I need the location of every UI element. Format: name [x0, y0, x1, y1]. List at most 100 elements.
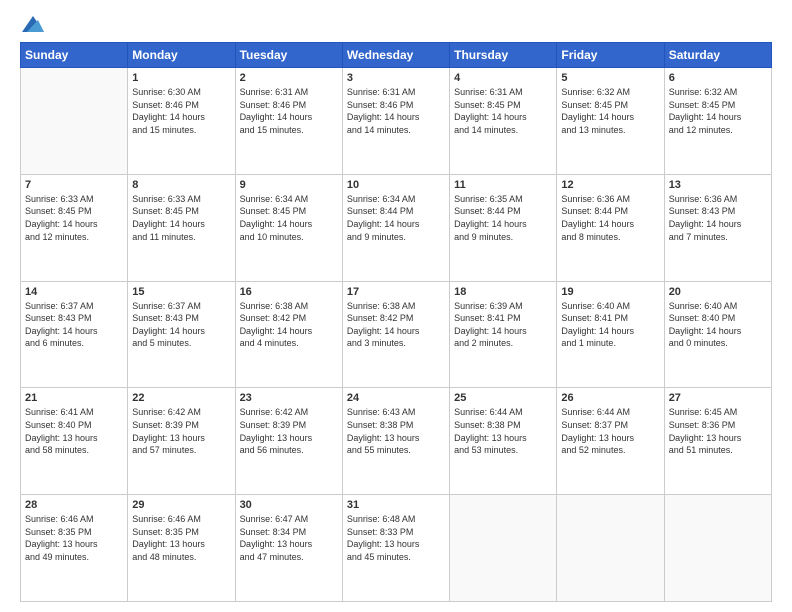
calendar-day-cell: 10 Sunrise: 6:34 AM Sunset: 8:44 PM Dayli…	[342, 174, 449, 281]
day-number: 12	[561, 179, 659, 191]
day-info: Sunrise: 6:45 AM Sunset: 8:36 PM Dayligh…	[669, 406, 767, 456]
calendar-day-cell: 6Sunrise: 6:32 AM Sunset: 8:45 PM Daylig…	[664, 68, 771, 175]
calendar-header-cell: Saturday	[664, 43, 771, 68]
day-info: Sunrise: 6:48 AM Sunset: 8:33 PM Dayligh…	[347, 513, 445, 563]
calendar-day-cell: 29 Sunrise: 6:46 AM Sunset: 8:35 PM Dayli…	[128, 495, 235, 602]
calendar-day-cell	[450, 495, 557, 602]
calendar-day-cell: 26 Sunrise: 6:44 AM Sunset: 8:37 PM Dayli…	[557, 388, 664, 495]
day-number: 10	[347, 179, 445, 191]
day-info: Sunrise: 6:37 AM Sunset: 8:43 PM Dayligh…	[132, 300, 230, 350]
day-number: 5	[561, 72, 659, 84]
day-number: 24	[347, 392, 445, 404]
calendar-day-cell: 8 Sunrise: 6:33 AM Sunset: 8:45 PM Daylig…	[128, 174, 235, 281]
calendar-day-cell: 4Sunrise: 6:31 AM Sunset: 8:45 PM Daylig…	[450, 68, 557, 175]
calendar-day-cell: 18Sunrise: 6:39 AM Sunset: 8:41 PM Dayli…	[450, 281, 557, 388]
day-info: Sunrise: 6:46 AM Sunset: 8:35 PM Dayligh…	[25, 513, 123, 563]
day-number: 16	[240, 286, 338, 298]
calendar-header-cell: Wednesday	[342, 43, 449, 68]
day-info: Sunrise: 6:42 AM Sunset: 8:39 PM Dayligh…	[132, 406, 230, 456]
day-number: 6	[669, 72, 767, 84]
calendar-week-row: 28 Sunrise: 6:46 AM Sunset: 8:35 PM Dayli…	[21, 495, 772, 602]
calendar-day-cell: 27 Sunrise: 6:45 AM Sunset: 8:36 PM Dayli…	[664, 388, 771, 495]
day-number: 1	[132, 72, 230, 84]
calendar-week-row: 21Sunrise: 6:41 AM Sunset: 8:40 PM Dayli…	[21, 388, 772, 495]
day-number: 4	[454, 72, 552, 84]
day-number: 18	[454, 286, 552, 298]
calendar-day-cell: 15Sunrise: 6:37 AM Sunset: 8:43 PM Dayli…	[128, 281, 235, 388]
logo-icon	[22, 16, 44, 32]
day-number: 3	[347, 72, 445, 84]
day-number: 7	[25, 179, 123, 191]
day-info: Sunrise: 6:47 AM Sunset: 8:34 PM Dayligh…	[240, 513, 338, 563]
day-info: Sunrise: 6:34 AM Sunset: 8:45 PM Dayligh…	[240, 193, 338, 243]
day-info: Sunrise: 6:43 AM Sunset: 8:38 PM Dayligh…	[347, 406, 445, 456]
calendar-day-cell: 31 Sunrise: 6:48 AM Sunset: 8:33 PM Dayli…	[342, 495, 449, 602]
calendar-day-cell: 20Sunrise: 6:40 AM Sunset: 8:40 PM Dayli…	[664, 281, 771, 388]
day-number: 2	[240, 72, 338, 84]
day-number: 28	[25, 499, 123, 511]
calendar-day-cell: 12 Sunrise: 6:36 AM Sunset: 8:44 PM Dayli…	[557, 174, 664, 281]
day-info: Sunrise: 6:40 AM Sunset: 8:41 PM Dayligh…	[561, 300, 659, 350]
day-info: Sunrise: 6:42 AM Sunset: 8:39 PM Dayligh…	[240, 406, 338, 456]
calendar-header-cell: Friday	[557, 43, 664, 68]
calendar-day-cell: 16 Sunrise: 6:38 AM Sunset: 8:42 PM Dayli…	[235, 281, 342, 388]
day-info: Sunrise: 6:38 AM Sunset: 8:42 PM Dayligh…	[347, 300, 445, 350]
calendar-week-row: 7 Sunrise: 6:33 AM Sunset: 8:45 PM Daylig…	[21, 174, 772, 281]
day-number: 8	[132, 179, 230, 191]
calendar-day-cell: 2 Sunrise: 6:31 AM Sunset: 8:46 PM Daylig…	[235, 68, 342, 175]
calendar-week-row: 1 Sunrise: 6:30 AM Sunset: 8:46 PM Daylig…	[21, 68, 772, 175]
calendar-table: SundayMondayTuesdayWednesdayThursdayFrid…	[20, 42, 772, 602]
day-info: Sunrise: 6:33 AM Sunset: 8:45 PM Dayligh…	[132, 193, 230, 243]
calendar-day-cell: 25Sunrise: 6:44 AM Sunset: 8:38 PM Dayli…	[450, 388, 557, 495]
day-info: Sunrise: 6:31 AM Sunset: 8:46 PM Dayligh…	[240, 86, 338, 136]
calendar-day-cell: 14 Sunrise: 6:37 AM Sunset: 8:43 PM Dayli…	[21, 281, 128, 388]
calendar-day-cell	[557, 495, 664, 602]
day-info: Sunrise: 6:46 AM Sunset: 8:35 PM Dayligh…	[132, 513, 230, 563]
calendar-day-cell: 3Sunrise: 6:31 AM Sunset: 8:46 PM Daylig…	[342, 68, 449, 175]
day-number: 30	[240, 499, 338, 511]
calendar-day-cell	[21, 68, 128, 175]
day-info: Sunrise: 6:36 AM Sunset: 8:44 PM Dayligh…	[561, 193, 659, 243]
calendar-day-cell: 5 Sunrise: 6:32 AM Sunset: 8:45 PM Daylig…	[557, 68, 664, 175]
calendar-header-cell: Tuesday	[235, 43, 342, 68]
calendar-header-row: SundayMondayTuesdayWednesdayThursdayFrid…	[21, 43, 772, 68]
day-info: Sunrise: 6:37 AM Sunset: 8:43 PM Dayligh…	[25, 300, 123, 350]
day-number: 31	[347, 499, 445, 511]
calendar-body: 1 Sunrise: 6:30 AM Sunset: 8:46 PM Daylig…	[21, 68, 772, 602]
day-number: 25	[454, 392, 552, 404]
day-info: Sunrise: 6:36 AM Sunset: 8:43 PM Dayligh…	[669, 193, 767, 243]
calendar-week-row: 14 Sunrise: 6:37 AM Sunset: 8:43 PM Dayli…	[21, 281, 772, 388]
day-number: 26	[561, 392, 659, 404]
calendar-day-cell: 17 Sunrise: 6:38 AM Sunset: 8:42 PM Dayli…	[342, 281, 449, 388]
calendar-header-cell: Monday	[128, 43, 235, 68]
day-number: 17	[347, 286, 445, 298]
header	[20, 16, 772, 32]
day-info: Sunrise: 6:38 AM Sunset: 8:42 PM Dayligh…	[240, 300, 338, 350]
logo	[20, 16, 46, 32]
day-info: Sunrise: 6:35 AM Sunset: 8:44 PM Dayligh…	[454, 193, 552, 243]
day-info: Sunrise: 6:40 AM Sunset: 8:40 PM Dayligh…	[669, 300, 767, 350]
day-info: Sunrise: 6:30 AM Sunset: 8:46 PM Dayligh…	[132, 86, 230, 136]
calendar-day-cell: 7 Sunrise: 6:33 AM Sunset: 8:45 PM Daylig…	[21, 174, 128, 281]
day-number: 27	[669, 392, 767, 404]
day-info: Sunrise: 6:33 AM Sunset: 8:45 PM Dayligh…	[25, 193, 123, 243]
day-number: 11	[454, 179, 552, 191]
day-number: 19	[561, 286, 659, 298]
calendar-day-cell: 21Sunrise: 6:41 AM Sunset: 8:40 PM Dayli…	[21, 388, 128, 495]
calendar-day-cell: 30 Sunrise: 6:47 AM Sunset: 8:34 PM Dayli…	[235, 495, 342, 602]
day-number: 14	[25, 286, 123, 298]
calendar-header-cell: Sunday	[21, 43, 128, 68]
calendar-day-cell	[664, 495, 771, 602]
calendar-day-cell: 9 Sunrise: 6:34 AM Sunset: 8:45 PM Daylig…	[235, 174, 342, 281]
day-info: Sunrise: 6:32 AM Sunset: 8:45 PM Dayligh…	[561, 86, 659, 136]
page: SundayMondayTuesdayWednesdayThursdayFrid…	[0, 0, 792, 612]
day-number: 22	[132, 392, 230, 404]
calendar-day-cell: 22 Sunrise: 6:42 AM Sunset: 8:39 PM Dayli…	[128, 388, 235, 495]
day-number: 29	[132, 499, 230, 511]
calendar-day-cell: 13Sunrise: 6:36 AM Sunset: 8:43 PM Dayli…	[664, 174, 771, 281]
day-number: 23	[240, 392, 338, 404]
day-info: Sunrise: 6:34 AM Sunset: 8:44 PM Dayligh…	[347, 193, 445, 243]
day-number: 9	[240, 179, 338, 191]
day-info: Sunrise: 6:44 AM Sunset: 8:37 PM Dayligh…	[561, 406, 659, 456]
calendar-day-cell: 11 Sunrise: 6:35 AM Sunset: 8:44 PM Dayli…	[450, 174, 557, 281]
